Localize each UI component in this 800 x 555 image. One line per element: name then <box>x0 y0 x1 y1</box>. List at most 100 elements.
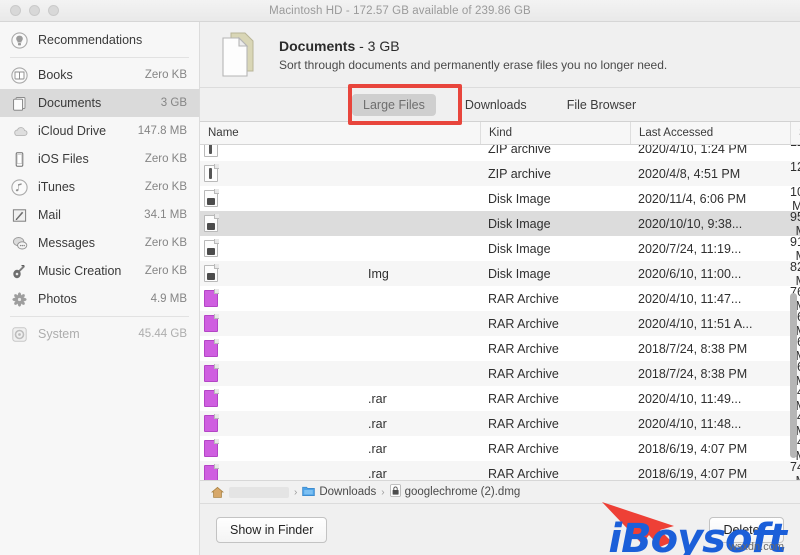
cell-last-accessed: 2020/4/10, 11:49... <box>638 391 742 406</box>
rar-file-icon <box>204 364 219 382</box>
table-row[interactable]: Disk Image 2020/7/24, 11:19... 91.6 MB <box>200 235 800 263</box>
sidebar-item-label: iCloud Drive <box>38 124 107 138</box>
lightbulb-icon <box>10 31 29 50</box>
table-row[interactable]: .rarRAR Archive2018/6/19, 4:07 PM74.1 MB <box>200 459 800 481</box>
table-row[interactable]: .rarRAR Archive2020/4/10, 11:49...74.1 M… <box>200 385 800 413</box>
dmg-file-icon <box>204 214 219 232</box>
window-title: Macintosh HD - 172.57 GB available of 23… <box>269 4 531 17</box>
sidebar-item-label: Documents <box>38 96 102 110</box>
sidebar-item-ios-files[interactable]: iOS Files Zero KB <box>0 145 199 173</box>
sidebar-item-system[interactable]: System 45.44 GB <box>0 320 199 348</box>
window-titlebar: Macintosh HD - 172.57 GB available of 23… <box>0 0 800 22</box>
zoom-button[interactable] <box>48 5 59 16</box>
sidebar-item-icloud-drive[interactable]: iCloud Drive 147.8 MB <box>0 117 199 145</box>
cell-last-accessed: 2018/7/24, 8:38 PM <box>638 366 748 381</box>
file-list[interactable]: ZIP archive2020/4/10, 1:24 PM122.2 MBZIP… <box>200 145 800 480</box>
cell-kind: RAR Archive <box>488 416 559 431</box>
column-header-last-accessed[interactable]: Last Accessed <box>630 122 790 144</box>
cell-kind: RAR Archive <box>488 391 559 406</box>
sidebar-item-label: Music Creation <box>38 264 122 278</box>
table-row[interactable]: RAR Archive2018/7/24, 8:38 PM76.8 MB <box>200 335 800 363</box>
rar-file-icon <box>204 464 219 480</box>
tab-file-browser[interactable]: File Browser <box>556 94 647 116</box>
sidebar-item-itunes[interactable]: iTunes Zero KB <box>0 173 199 201</box>
zip-file-icon <box>204 145 218 157</box>
cell-last-accessed: 2018/6/19, 4:07 PM <box>638 441 748 456</box>
sidebar-item-label: Recommendations <box>38 33 143 47</box>
table-row[interactable]: .rarRAR Archive2018/6/19, 4:07 PM74.1 MB <box>200 435 800 463</box>
cell-name <box>200 289 480 307</box>
column-header-name[interactable]: Name <box>200 122 480 144</box>
sidebar-item-size: 4.9 MB <box>150 293 187 305</box>
site-watermark: wsxdn.com <box>728 541 784 553</box>
sidebar-item-messages[interactable]: Messages Zero KB <box>0 229 199 257</box>
category-size: - 3 GB <box>359 37 400 54</box>
table-row[interactable]: RAR Archive2020/4/10, 11:47...76.8 MB <box>200 285 800 313</box>
rar-file-icon <box>204 339 219 357</box>
breadcrumb[interactable]: › Downloads › googlechrome (2).dmg <box>200 480 800 503</box>
category-sidebar[interactable]: Recommendations Books Zero KB Documents … <box>0 22 200 555</box>
table-row[interactable]: Img Disk Image 2020/6/10, 11:00... 82.4 MB <box>200 260 800 288</box>
dmg-file-icon <box>204 239 219 257</box>
breadcrumb-separator: › <box>294 486 298 498</box>
cell-last-accessed: 2020/11/4, 6:06 PM <box>638 191 747 206</box>
vertical-scrollbar[interactable] <box>790 293 797 458</box>
sidebar-divider <box>10 316 189 317</box>
show-in-finder-button[interactable]: Show in Finder <box>216 516 328 543</box>
sidebar-item-music-creation[interactable]: Music Creation Zero KB <box>0 257 199 285</box>
system-gear-icon <box>10 325 29 344</box>
breadcrumb-label: Downloads <box>319 486 377 498</box>
table-row[interactable]: ZIP archive2020/4/10, 1:24 PM122.2 MB <box>200 145 800 161</box>
storage-management-window: Macintosh HD - 172.57 GB available of 23… <box>0 0 800 555</box>
tab-large-files[interactable]: Large Files <box>352 93 436 116</box>
sidebar-item-size: Zero KB <box>144 181 187 193</box>
minimize-button[interactable] <box>29 5 40 16</box>
table-row[interactable]: Disk Image 2020/10/10, 9:38... 95.5 MB <box>200 209 800 238</box>
cell-kind: RAR Archive <box>488 316 559 331</box>
breadcrumb-item-downloads[interactable]: Downloads <box>302 485 376 500</box>
iphone-icon <box>10 150 29 169</box>
cell-name: .rar <box>200 414 480 432</box>
rar-file-icon <box>204 314 219 332</box>
sidebar-item-recommendations[interactable]: Recommendations <box>0 26 199 54</box>
breadcrumb-item-file[interactable]: googlechrome (2).dmg <box>389 484 520 500</box>
dmg-file-icon <box>204 189 219 207</box>
column-header-row[interactable]: Name Kind Last Accessed Size ⌄ <box>200 122 800 145</box>
table-row[interactable]: RAR Archive2018/7/24, 8:38 PM76.8 MB <box>200 360 800 388</box>
rar-file-icon <box>204 289 219 307</box>
category-header: Documents - 3 GB Sort through documents … <box>200 22 800 88</box>
delete-button[interactable]: Delete... <box>709 517 784 543</box>
table-row[interactable]: .rarRAR Archive2020/4/10, 11:48...74.1 M… <box>200 410 800 438</box>
cell-size: 95.5 MB <box>790 209 800 238</box>
cell-size: 74.1 MB <box>790 459 800 481</box>
chat-bubble-icon <box>10 234 29 253</box>
column-header-size[interactable]: Size ⌄ <box>790 122 800 144</box>
column-header-kind[interactable]: Kind <box>480 122 630 144</box>
close-button[interactable] <box>10 5 21 16</box>
table-row[interactable]: ZIP archive 2020/4/8, 4:51 PM 122.2 MB <box>200 160 800 186</box>
tab-downloads[interactable]: Downloads <box>454 94 538 116</box>
folder-icon <box>302 485 316 500</box>
documents-icon <box>10 94 29 113</box>
table-row[interactable]: Disk Image 2020/11/4, 6:06 PM 100 MB <box>200 185 800 213</box>
sidebar-item-books[interactable]: Books Zero KB <box>0 61 199 89</box>
cell-name <box>200 189 480 207</box>
cell-name: .rar <box>200 389 480 407</box>
sidebar-item-size: Zero KB <box>144 237 187 249</box>
sidebar-item-mail[interactable]: Mail 34.1 MB <box>0 201 199 229</box>
file-name: .rar <box>368 466 387 481</box>
traffic-lights <box>10 5 59 16</box>
category-description: Sort through documents and permanently e… <box>279 57 668 72</box>
cell-kind: RAR Archive <box>488 366 559 381</box>
sidebar-item-size: Zero KB <box>144 153 187 165</box>
sidebar-item-documents[interactable]: Documents 3 GB <box>0 89 199 117</box>
sidebar-item-size: Zero KB <box>144 265 187 277</box>
sidebar-divider <box>10 57 189 58</box>
sidebar-item-photos[interactable]: Photos 4.9 MB <box>0 285 199 313</box>
tab-bar[interactable]: Large Files Downloads File Browser <box>200 84 800 125</box>
table-row[interactable]: RAR Archive2020/4/10, 11:51 A...76.8 MB <box>200 310 800 338</box>
file-name: .rar <box>368 441 387 456</box>
sidebar-item-label: Books <box>38 68 73 82</box>
sidebar-item-size: 34.1 MB <box>144 209 187 221</box>
content-panel: Documents - 3 GB Sort through documents … <box>200 22 800 555</box>
